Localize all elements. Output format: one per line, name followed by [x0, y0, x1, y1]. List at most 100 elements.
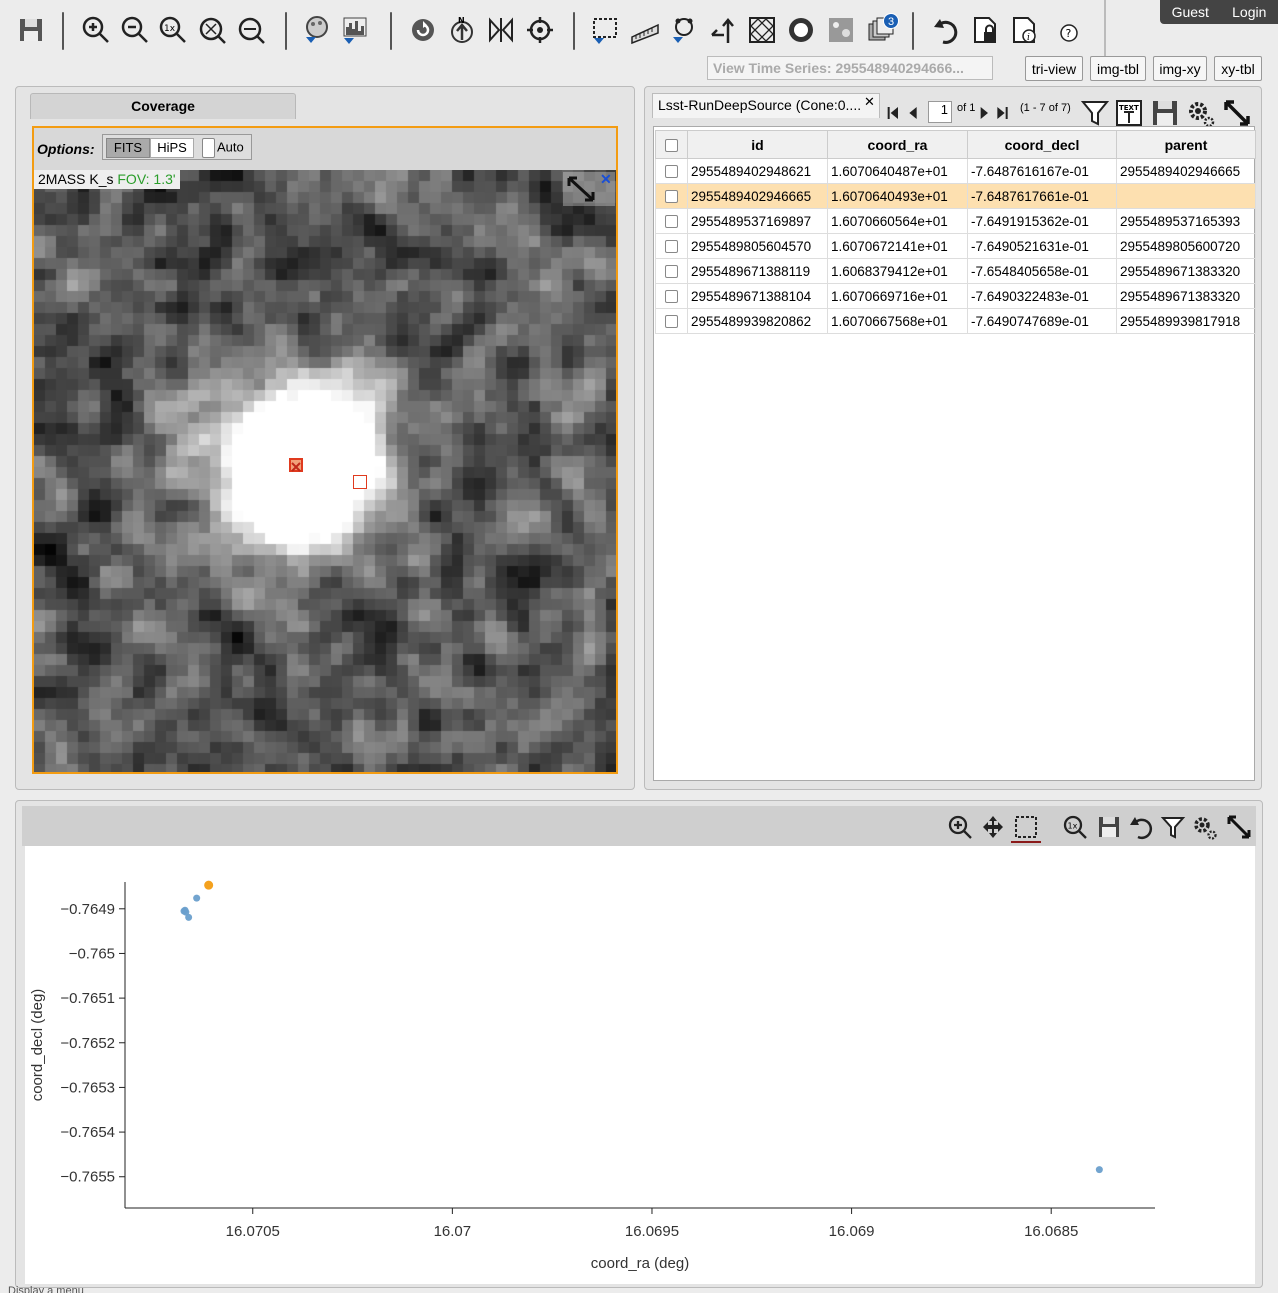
crop-button[interactable] — [824, 12, 858, 48]
save-table-icon — [1153, 101, 1177, 125]
scatter-point[interactable] — [193, 894, 201, 902]
rotate-button[interactable] — [406, 12, 440, 48]
zoom-fill-button[interactable] — [234, 12, 268, 48]
chart-select-button[interactable] — [1011, 812, 1041, 842]
table-row[interactable]: 2955489671388119 1.6068379412e+01 -7.65484… — [655, 258, 1256, 284]
row-select-cell[interactable] — [655, 308, 688, 334]
login-link[interactable]: Login — [1232, 4, 1266, 20]
histogram-button[interactable] — [338, 12, 372, 48]
chart-save-button[interactable] — [1094, 812, 1124, 842]
undo-button[interactable] — [929, 12, 963, 48]
next-page-button[interactable] — [978, 98, 998, 128]
text-view-button[interactable]: TEXT — [1114, 98, 1144, 128]
expand-table-button[interactable] — [1222, 98, 1252, 128]
chart-pan-button[interactable] — [978, 812, 1008, 842]
table-row[interactable]: 2955489805604570 1.6070672141e+01 -7.64905… — [655, 233, 1256, 259]
grid-button[interactable] — [745, 12, 779, 48]
recenter-button[interactable] — [523, 12, 557, 48]
chart-filter-button[interactable] — [1158, 812, 1188, 842]
color-stretch-button[interactable] — [300, 12, 334, 48]
row-checkbox[interactable] — [665, 315, 678, 329]
page-number-input[interactable]: 1 — [928, 101, 952, 123]
auto-checkbox[interactable] — [202, 138, 215, 158]
chart-settings-button[interactable] — [1190, 812, 1220, 842]
tab-coverage[interactable]: Coverage — [30, 93, 296, 119]
row-checkbox[interactable] — [665, 265, 678, 279]
zoom-in-icon — [82, 16, 109, 43]
row-select-cell[interactable] — [655, 158, 688, 184]
image-type-selector: FITS HiPS Auto — [102, 134, 252, 160]
chart-zoom-reset-button[interactable]: 1x — [1060, 812, 1090, 842]
zoom-in-button[interactable] — [79, 12, 113, 48]
save-table-button[interactable] — [1150, 98, 1180, 128]
save-button[interactable] — [14, 12, 48, 48]
sky-image-canvas[interactable] — [34, 170, 616, 772]
overlay-select-button[interactable] — [667, 12, 701, 48]
auto-option[interactable]: Auto — [200, 138, 250, 158]
lock-button[interactable] — [968, 12, 1002, 48]
row-select-cell[interactable] — [655, 183, 688, 209]
scatter-point[interactable] — [182, 908, 190, 916]
col-header-parent[interactable]: parent — [1116, 130, 1256, 159]
distance-tool-button[interactable] — [628, 12, 662, 48]
close-image-icon[interactable]: ✕ — [600, 172, 614, 186]
table-row[interactable]: 2955489402946665 1.6070640493e+01 -7.64876… — [655, 183, 1256, 209]
row-select-cell[interactable] — [655, 283, 688, 309]
row-checkbox[interactable] — [665, 215, 678, 229]
view-img-xy-button[interactable]: img-xy — [1153, 56, 1207, 81]
select-area-button[interactable] — [588, 12, 622, 48]
select-all-cell[interactable] — [655, 130, 688, 159]
tab-table[interactable]: Lsst-RunDeepSource (Cone:0.... — [652, 93, 880, 118]
settings-button[interactable] — [1186, 98, 1216, 128]
view-tri-view-button[interactable]: tri-view — [1025, 56, 1083, 81]
last-page-button[interactable] — [996, 98, 1016, 128]
row-checkbox[interactable] — [665, 190, 678, 204]
svg-text:1x: 1x — [1068, 822, 1078, 831]
scatter-point-highlighted[interactable] — [204, 880, 214, 890]
table-row[interactable]: 2955489402948621 1.6070640487e+01 -7.64876… — [655, 158, 1256, 184]
row-range-label: (1 - 7 of 7) — [1020, 102, 1071, 114]
row-checkbox[interactable] — [665, 165, 678, 179]
hips-option[interactable]: HiPS — [150, 138, 194, 158]
select-all-checkbox[interactable] — [665, 139, 678, 153]
zoom-fit-icon — [199, 17, 226, 44]
info-button[interactable]: i — [1007, 12, 1041, 48]
selected-source-marker[interactable] — [289, 458, 303, 472]
zoom-fit-button[interactable] — [195, 12, 229, 48]
row-checkbox[interactable] — [665, 240, 678, 254]
mask-button[interactable] — [784, 12, 818, 48]
footer-hint: Display a menu — [8, 1285, 84, 1293]
zoom-1x-button[interactable]: 1x — [156, 12, 190, 48]
flip-button[interactable] — [484, 12, 518, 48]
col-header-id[interactable]: id — [687, 130, 828, 159]
row-select-cell[interactable] — [655, 208, 688, 234]
prev-page-button[interactable] — [906, 98, 926, 128]
table-row[interactable]: 2955489671388104 1.6070669716e+01 -7.64903… — [655, 283, 1256, 309]
filter-button[interactable] — [1080, 98, 1110, 128]
first-page-button[interactable] — [886, 98, 906, 128]
chart-expand-button[interactable] — [1224, 812, 1254, 842]
zoom-out-button[interactable] — [118, 12, 152, 48]
row-checkbox[interactable] — [665, 290, 678, 304]
scatter-point[interactable] — [1095, 1166, 1103, 1174]
view-time-series-button[interactable]: View Time Series: 295548940294666... — [707, 56, 993, 80]
table-row[interactable]: 2955489537169897 1.6070660564e+01 -7.64919… — [655, 208, 1256, 234]
source-marker[interactable] — [353, 475, 367, 489]
chart-zoom-in-button[interactable] — [945, 812, 975, 842]
row-select-cell[interactable] — [655, 258, 688, 284]
help-button[interactable]: ? — [1052, 12, 1086, 48]
row-select-cell[interactable] — [655, 233, 688, 259]
directions-button[interactable] — [706, 12, 740, 48]
scatter-chart[interactable]: −0.7649 −0.765 −0.7651 −0.7652 −0.7653 −0.765… — [25, 846, 1255, 1284]
table-row[interactable]: 2955489939820862 1.6070667568e+01 -7.64907… — [655, 308, 1256, 334]
col-header-coord-ra[interactable]: coord_ra — [827, 130, 968, 159]
chart-area: −0.7649 −0.765 −0.7651 −0.7652 −0.7653 −0.765… — [25, 846, 1255, 1284]
north-up-button[interactable]: N — [445, 12, 479, 48]
view-img-tbl-button[interactable]: img-tbl — [1090, 56, 1146, 81]
view-xy-tbl-button[interactable]: xy-tbl — [1214, 56, 1262, 81]
chart-restore-button[interactable] — [1126, 812, 1156, 842]
col-header-coord-decl[interactable]: coord_decl — [967, 130, 1117, 159]
sky-image[interactable] — [34, 170, 616, 772]
fits-option[interactable]: FITS — [106, 138, 150, 158]
close-tab-icon[interactable]: ✕ — [864, 94, 875, 110]
